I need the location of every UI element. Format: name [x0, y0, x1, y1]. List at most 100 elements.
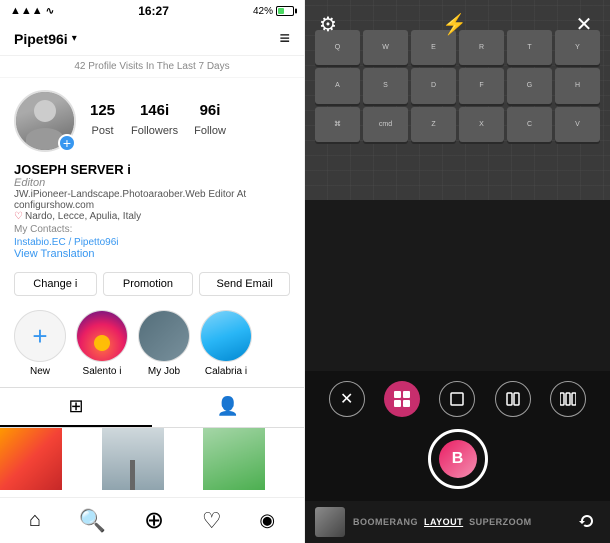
profile-stats: 125 Post 146i Followers 96i Follow: [90, 102, 226, 139]
mode-label-layout[interactable]: LAYOUT: [424, 517, 463, 527]
followers-count: 146i: [131, 102, 178, 120]
key-cap: A: [315, 68, 360, 103]
followers-stat[interactable]: 146i Followers: [131, 102, 178, 139]
story-item-new[interactable]: + New: [14, 310, 66, 377]
close-icon[interactable]: ✕: [572, 13, 596, 37]
flash-icon[interactable]: ⚡: [442, 12, 467, 37]
location-pin-icon: ♡: [14, 211, 23, 222]
story-circle-salento: [76, 310, 128, 362]
flip-camera-icon: [577, 512, 597, 532]
split-layout-button[interactable]: [495, 381, 531, 417]
carrier-signal: ▲▲▲ ∿: [10, 5, 54, 17]
nav-profile-icon[interactable]: ◉: [259, 510, 275, 531]
mode-label-superzoom[interactable]: SUPERZOOM: [469, 517, 532, 527]
flip-camera-button[interactable]: [574, 509, 600, 535]
nav-search-icon[interactable]: 🔍: [79, 508, 106, 534]
story-item-myjob[interactable]: My Job: [138, 310, 190, 377]
stories-row: + New Salento i My Job Calabria i: [0, 302, 304, 385]
mode-labels: BOOMERANG LAYOUT SUPERZOOM: [353, 517, 566, 527]
profile-bio: JOSEPH SERVER i Editon JW.iPioneer-Lands…: [0, 160, 304, 266]
story-item-calabria[interactable]: Calabria i: [200, 310, 252, 377]
tab-grid[interactable]: ⊞: [0, 388, 152, 427]
bio-title: Editon: [14, 177, 290, 189]
photo-image-3: [203, 428, 265, 490]
nav-add-icon[interactable]: ⊕: [144, 506, 164, 535]
key-cap: F: [459, 68, 504, 103]
camera-bottom-bar: BOOMERANG LAYOUT SUPERZOOM: [305, 501, 610, 543]
location-text: Nardo, Lecce, Apulia, Italy: [25, 211, 141, 222]
avatar-wrapper[interactable]: +: [14, 90, 76, 152]
story-image-myjob: [139, 311, 189, 361]
shutter-inner: [434, 435, 482, 483]
followers-label: Followers: [131, 125, 178, 137]
single-frame-icon: [450, 392, 464, 406]
key-cap: X: [459, 107, 504, 142]
battery-area: 42%: [253, 6, 294, 17]
action-buttons-row: Change i Promotion Send Email: [0, 266, 304, 302]
tab-tagged[interactable]: 👤: [152, 388, 304, 427]
status-bar: ▲▲▲ ∿ 16:27 42%: [0, 0, 304, 22]
single-layout-button[interactable]: [439, 381, 475, 417]
view-translation-link[interactable]: View Translation: [14, 248, 290, 260]
posts-count: 125: [90, 102, 115, 120]
signal-icon: ▲▲▲: [10, 5, 43, 17]
hamburger-menu-icon[interactable]: ≡: [279, 28, 290, 49]
nav-activity-icon[interactable]: ♡: [202, 508, 222, 534]
split-frame-icon: [506, 392, 520, 406]
chevron-down-icon: ▾: [72, 33, 77, 44]
story-circle-myjob: [138, 310, 190, 362]
photo-image-2: [102, 428, 164, 490]
display-name: JOSEPH SERVER i: [14, 162, 290, 177]
following-label: Follow: [194, 125, 226, 137]
clock: 16:27: [138, 4, 169, 18]
layout-logo: [439, 440, 477, 478]
key-cap: Z: [411, 107, 456, 142]
story-image-calabria: [201, 311, 251, 361]
settings-icon[interactable]: ⚙: [319, 12, 337, 37]
change-button[interactable]: Change i: [14, 272, 97, 296]
instagram-profile-panel: ▲▲▲ ∿ 16:27 42% Pipet96i ▾ ≡ 42 Profile …: [0, 0, 305, 543]
layout-mode-button[interactable]: [384, 381, 420, 417]
nav-home-icon[interactable]: ⌂: [29, 509, 41, 532]
bio-location: ♡ Nardo, Lecce, Apulia, Italy: [14, 211, 290, 222]
key-cap: G: [507, 68, 552, 103]
key-cap: V: [555, 107, 600, 142]
following-stat[interactable]: 96i Follow: [194, 102, 226, 139]
mode-label-boomerang[interactable]: BOOMERANG: [353, 517, 418, 527]
key-cap: H: [555, 68, 600, 103]
photo-cell-3[interactable]: [203, 428, 265, 490]
cancel-mode-button[interactable]: ✕: [329, 381, 365, 417]
layout-grid-icon: [394, 391, 410, 407]
following-count: 96i: [194, 102, 226, 120]
profile-info-area: + 125 Post 146i Followers 96i Follow: [0, 78, 304, 160]
add-photo-button[interactable]: +: [58, 134, 76, 152]
photo-grid: [0, 428, 304, 497]
triple-layout-button[interactable]: [550, 381, 586, 417]
profile-header: Pipet96i ▾ ≡: [0, 22, 304, 56]
camera-viewfinder-dark: [305, 200, 610, 371]
battery-icon: [276, 6, 294, 16]
profile-tabs: ⊞ 👤: [0, 387, 304, 428]
camera-top-bar: ⚙ ⚡ ✕: [305, 0, 610, 49]
username-area[interactable]: Pipet96i ▾: [14, 31, 77, 47]
story-label-calabria: Calabria i: [205, 366, 247, 377]
posts-label: Post: [92, 125, 114, 137]
person-tag-icon: 👤: [217, 396, 239, 417]
key-cap: D: [411, 68, 456, 103]
story-item-salento[interactable]: Salento i: [76, 310, 128, 377]
bio-contacts-header: My Contacts:: [14, 224, 290, 235]
camera-panel: ⚙ ⚡ ✕ Q W E R T Y A S D F G H ⌘ cmd Z X …: [305, 0, 610, 543]
username-text: Pipet96i: [14, 31, 68, 47]
camera-mode-row: ✕: [319, 381, 596, 417]
profile-visits-notice: 42 Profile Visits In The Last 7 Days: [0, 56, 304, 78]
photo-cell-2[interactable]: [102, 428, 164, 490]
key-cap: S: [363, 68, 408, 103]
promotion-button[interactable]: Promotion: [103, 272, 194, 296]
key-cap: ⌘: [315, 107, 360, 142]
bio-contact-links[interactable]: Instabio.EC / Pipetto96i: [14, 237, 290, 248]
photo-cell-1[interactable]: [0, 428, 62, 490]
bottom-nav: ⌂ 🔍 ⊕ ♡ ◉: [0, 497, 304, 543]
last-photo-thumbnail[interactable]: [315, 507, 345, 537]
send-email-button[interactable]: Send Email: [199, 272, 290, 296]
shutter-button[interactable]: [428, 429, 488, 489]
